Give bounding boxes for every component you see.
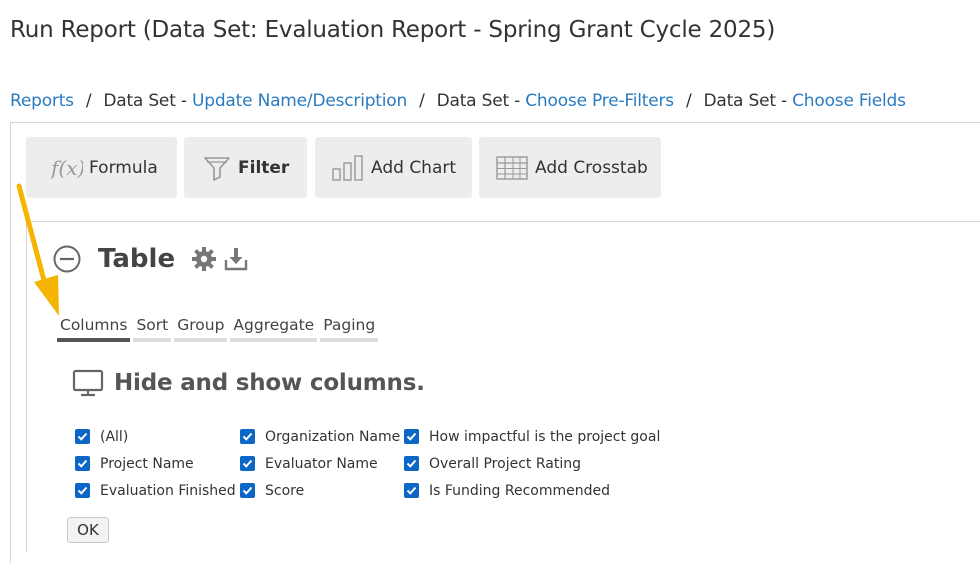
- add-crosstab-button[interactable]: Add Crosstab: [479, 137, 661, 198]
- tab-paging[interactable]: Paging: [320, 316, 379, 342]
- crosstab-grid-icon: [495, 153, 529, 183]
- filter-button[interactable]: Filter: [184, 137, 307, 198]
- formula-button-label: Formula: [89, 157, 158, 178]
- funnel-icon: [202, 153, 232, 183]
- add-chart-button[interactable]: Add Chart: [315, 137, 472, 198]
- checkbox-label: Organization Name: [265, 428, 401, 445]
- list-item: (All): [75, 423, 236, 450]
- checkbox-column-2: Organization Name Evaluator Name Score: [240, 423, 400, 504]
- tab-group[interactable]: Group: [174, 316, 228, 342]
- checkbox-label: Evaluator Name: [265, 455, 378, 472]
- breadcrumb-prefilters-link[interactable]: Choose Pre-Filters: [525, 91, 674, 111]
- checkbox-score[interactable]: [240, 483, 255, 498]
- checkbox-all[interactable]: [75, 429, 90, 444]
- breadcrumb-separator: /: [85, 91, 92, 111]
- breadcrumb-dataset-prefix: Data Set -: [103, 91, 192, 111]
- checkbox-label: How impactful is the project goal: [429, 428, 661, 445]
- checkbox-label: Is Funding Recommended: [429, 482, 611, 499]
- table-tabs: Columns Sort Group Aggregate Paging: [57, 316, 381, 342]
- list-item: Score: [240, 477, 400, 504]
- svg-text:f(x): f(x): [51, 156, 83, 180]
- bar-chart-icon: [331, 153, 365, 183]
- list-item: Project Name: [75, 450, 236, 477]
- gear-icon[interactable]: [191, 246, 217, 272]
- list-item: How impactful is the project goal: [404, 423, 660, 450]
- list-item: Evaluation Finished: [75, 477, 236, 504]
- formula-button[interactable]: f(x) Formula: [26, 137, 177, 198]
- breadcrumb-dataset-prefix: Data Set -: [436, 91, 526, 111]
- breadcrumb-dataset-prefix: Data Set -: [703, 91, 793, 111]
- ok-button[interactable]: OK: [67, 517, 109, 543]
- checkbox-label: (All): [100, 428, 129, 445]
- checkbox-how-impactful[interactable]: [404, 429, 419, 444]
- list-item: Organization Name: [240, 423, 400, 450]
- checkbox-evaluator-name[interactable]: [240, 456, 255, 471]
- checkbox-overall-rating[interactable]: [404, 456, 419, 471]
- hide-show-title: Hide and show columns.: [114, 370, 425, 396]
- table-title: Table: [98, 244, 176, 274]
- list-item: Overall Project Rating: [404, 450, 660, 477]
- checkbox-label: Evaluation Finished: [100, 482, 236, 499]
- filter-button-label: Filter: [238, 157, 290, 178]
- breadcrumb: Reports / Data Set - Update Name/Descripti…: [10, 91, 906, 111]
- checkbox-project-name[interactable]: [75, 456, 90, 471]
- breadcrumb-separator: /: [419, 91, 425, 111]
- add-chart-button-label: Add Chart: [371, 157, 457, 178]
- breadcrumb-reports-link[interactable]: Reports: [10, 91, 74, 111]
- hide-show-heading: Hide and show columns.: [72, 368, 425, 398]
- breadcrumb-separator: /: [685, 91, 692, 111]
- monitor-icon: [72, 368, 104, 398]
- tab-aggregate[interactable]: Aggregate: [230, 316, 318, 342]
- table-header: Table: [52, 244, 249, 274]
- checkbox-column-3: How impactful is the project goal Overal…: [404, 423, 660, 504]
- minus-circle-icon[interactable]: [52, 244, 82, 274]
- fx-icon: f(x): [51, 153, 83, 183]
- tab-columns[interactable]: Columns: [57, 316, 131, 342]
- checkbox-label: Project Name: [100, 455, 194, 472]
- checkbox-funding-recommended[interactable]: [404, 483, 419, 498]
- checkbox-label: Overall Project Rating: [429, 455, 581, 472]
- checkbox-evaluation-finished[interactable]: [75, 483, 90, 498]
- add-crosstab-button-label: Add Crosstab: [535, 157, 648, 178]
- tab-sort[interactable]: Sort: [133, 316, 172, 342]
- breadcrumb-fields-link[interactable]: Choose Fields: [792, 91, 906, 111]
- page-title: Run Report (Data Set: Evaluation Report …: [10, 17, 776, 43]
- download-icon[interactable]: [223, 246, 249, 272]
- checkbox-column-1: (All) Project Name Evaluation Finished: [75, 423, 236, 504]
- breadcrumb-update-name-link[interactable]: Update Name/Description: [192, 91, 407, 111]
- list-item: Evaluator Name: [240, 450, 400, 477]
- list-item: Is Funding Recommended: [404, 477, 660, 504]
- checkbox-organization-name[interactable]: [240, 429, 255, 444]
- checkbox-label: Score: [265, 482, 305, 499]
